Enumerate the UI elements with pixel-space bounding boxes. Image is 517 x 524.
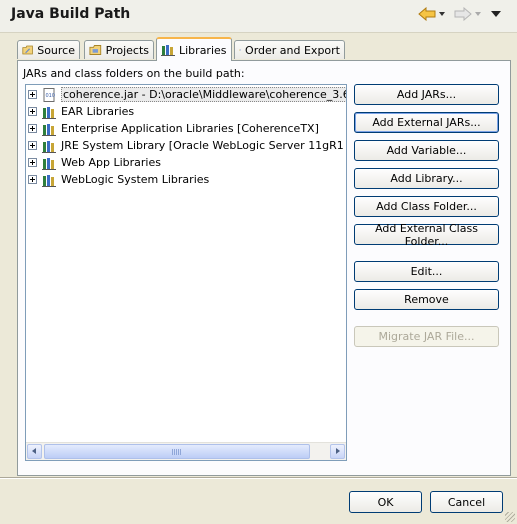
resize-grip-icon[interactable] <box>505 512 515 522</box>
ok-button[interactable]: OK <box>349 491 422 513</box>
arrow-right-icon[interactable] <box>454 7 472 21</box>
grip-icon <box>172 449 182 455</box>
tab-label: Libraries <box>179 43 227 57</box>
tree-item-web-app-libraries[interactable]: Web App Libraries <box>28 154 161 171</box>
tree-item-label: Enterprise Application Libraries [Cohere… <box>61 122 319 135</box>
add-class-folder-button[interactable]: Add Class Folder... <box>354 196 499 217</box>
library-icon <box>42 140 56 153</box>
footer-divider-highlight <box>0 478 517 479</box>
tree-item-jre-system-library[interactable]: JRE System Library [Oracle WebLogic Serv… <box>28 137 347 154</box>
tab-label: Source <box>37 43 75 57</box>
add-library-button[interactable]: Add Library... <box>354 168 499 189</box>
projects-icon <box>89 45 102 55</box>
expand-icon[interactable] <box>28 175 37 184</box>
tree-item-weblogic-system-libraries[interactable]: WebLogic System Libraries <box>28 171 209 188</box>
tab-libraries[interactable]: Libraries <box>156 37 232 61</box>
library-tree[interactable]: 010 coherence.jar - D:\oracle\Middleware… <box>25 84 347 461</box>
scroll-right-icon[interactable] <box>330 444 345 459</box>
tree-item-label: coherence.jar - D:\oracle\Middleware\coh… <box>61 87 346 102</box>
tab-projects[interactable]: Projects <box>84 40 154 59</box>
panel-caption: JARs and class folders on the build path… <box>23 67 245 80</box>
tab-label: Projects <box>105 43 149 57</box>
dialog-title: Java Build Path <box>11 6 131 22</box>
source-folder-icon <box>22 45 33 55</box>
horizontal-scrollbar[interactable] <box>26 442 346 460</box>
tab-label: Order and Export <box>245 43 340 57</box>
arrow-left-icon[interactable] <box>418 7 436 21</box>
tree-item-label: JRE System Library [Oracle WebLogic Serv… <box>61 139 347 152</box>
library-icon <box>42 123 56 136</box>
scroll-left-icon[interactable] <box>27 444 42 459</box>
cancel-button[interactable]: Cancel <box>430 491 503 513</box>
libraries-icon <box>161 45 175 56</box>
tree-item-label: WebLogic System Libraries <box>61 173 210 186</box>
tree-item-enterprise-app-libraries[interactable]: Enterprise Application Libraries [Cohere… <box>28 120 319 137</box>
add-external-class-folder-button[interactable]: Add External Class Folder... <box>354 222 499 248</box>
tree-item-label: EAR Libraries <box>61 105 135 118</box>
view-menu-icon[interactable] <box>491 11 501 17</box>
add-jars-button[interactable]: Add JARs... <box>354 84 499 105</box>
add-external-jars-button[interactable]: Add External JARs... <box>354 112 499 133</box>
expand-icon[interactable] <box>28 107 37 116</box>
order-export-icon <box>239 49 241 51</box>
expand-icon[interactable] <box>28 124 37 133</box>
expand-icon[interactable] <box>28 158 37 167</box>
remove-button[interactable]: Remove <box>354 289 499 310</box>
dialog-header: Java Build Path <box>0 0 517 33</box>
svg-text:010: 010 <box>46 93 56 99</box>
tree-item-ear-libraries[interactable]: EAR Libraries <box>28 103 134 120</box>
forward-dropdown-icon[interactable] <box>475 12 481 16</box>
edit-button[interactable]: Edit... <box>354 261 499 282</box>
scroll-thumb[interactable] <box>44 444 310 459</box>
library-icon <box>42 174 56 187</box>
back-dropdown-icon[interactable] <box>439 12 445 16</box>
add-variable-button[interactable]: Add Variable... <box>354 140 499 161</box>
expand-icon[interactable] <box>28 141 37 150</box>
tab-source[interactable]: Source <box>17 40 80 59</box>
tree-item-label: Web App Libraries <box>61 156 161 169</box>
library-icon <box>42 157 56 170</box>
migrate-jar-button[interactable]: Migrate JAR File... <box>354 326 499 347</box>
tab-order-export[interactable]: Order and Export <box>234 40 345 59</box>
expand-icon[interactable] <box>28 90 37 99</box>
library-icon <box>42 106 56 119</box>
jar-icon: 010 <box>43 87 56 102</box>
tree-item-coherence-jar[interactable]: 010 coherence.jar - D:\oracle\Middleware… <box>28 86 346 103</box>
